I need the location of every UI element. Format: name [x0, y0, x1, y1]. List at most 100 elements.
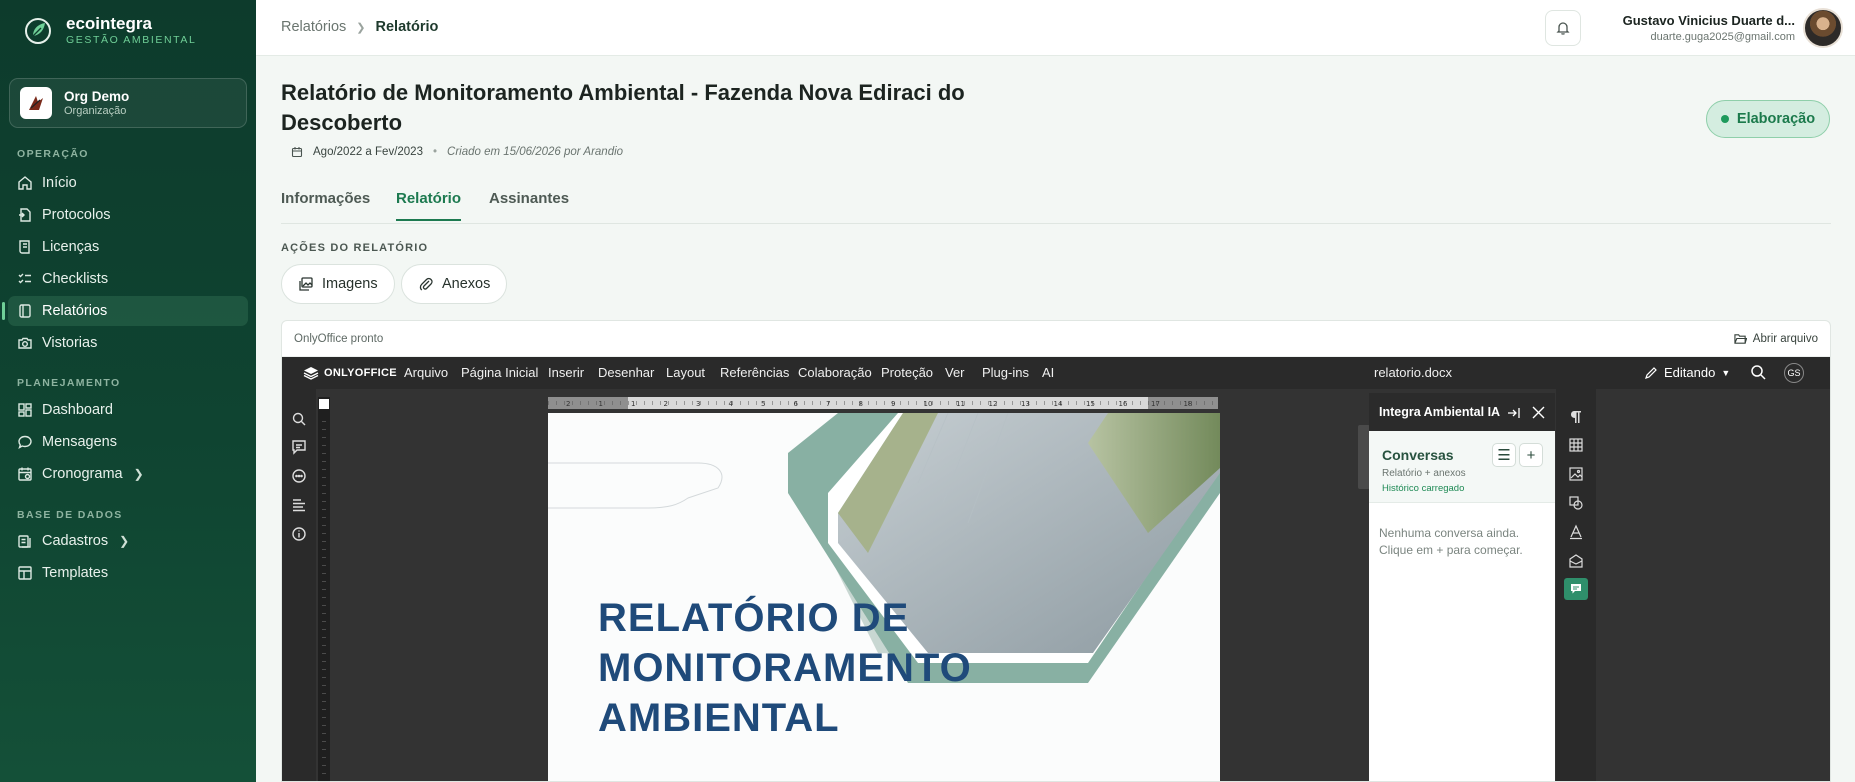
- sidebar-item-label: Vistorias: [42, 335, 98, 351]
- chat-icon[interactable]: [291, 468, 307, 484]
- menu-ai[interactable]: AI: [1042, 365, 1054, 380]
- chevron-down-icon: ▼: [1721, 367, 1731, 378]
- paragraph-icon[interactable]: [1568, 409, 1584, 425]
- menu-desenhar[interactable]: Desenhar: [598, 365, 654, 380]
- breadcrumb-current: Relatório: [375, 19, 439, 35]
- sidebar-item-cadastros[interactable]: Cadastros ❯: [8, 526, 248, 556]
- navigation-icon[interactable]: [291, 497, 307, 513]
- image-icon[interactable]: [1568, 466, 1584, 482]
- text-art-icon[interactable]: [1568, 524, 1584, 540]
- sidebar-item-dashboard[interactable]: Dashboard: [8, 395, 248, 425]
- sidebar-item-label: Mensagens: [42, 434, 117, 450]
- menu-layout[interactable]: Layout: [666, 365, 705, 380]
- sidebar-item-relatorios[interactable]: Relatórios: [2, 296, 248, 326]
- editor-menubar: ONLYOFFICE Arquivo Página Inicial Inseri…: [282, 357, 1830, 389]
- ai-chat-button[interactable]: [1564, 578, 1588, 600]
- ruler-mark: 11: [956, 400, 965, 408]
- menu-protecao[interactable]: Proteção: [881, 365, 933, 380]
- editing-mode-button[interactable]: Editando ▼: [1644, 365, 1730, 380]
- sidebar-item-protocolos[interactable]: Protocolos: [8, 200, 248, 230]
- cover-title-line: RELATÓRIO DE: [598, 596, 910, 640]
- section-operacao: OPERAÇÃO: [17, 148, 89, 160]
- top-header: Relatórios ❯ Relatório Gustavo Vinicius …: [256, 0, 1855, 56]
- images-icon: [299, 277, 313, 291]
- org-switcher[interactable]: Org Demo Organização: [9, 78, 247, 128]
- sidebar-item-mensagens[interactable]: Mensagens: [8, 427, 248, 457]
- new-conversation-button[interactable]: +: [1519, 443, 1543, 467]
- brand[interactable]: ecointegra GESTÃO AMBIENTAL: [22, 14, 196, 47]
- vertical-ruler[interactable]: [318, 397, 330, 781]
- org-type: Organização: [64, 104, 127, 117]
- breadcrumb: Relatórios ❯ Relatório: [281, 19, 438, 35]
- menu-inserir[interactable]: Inserir: [548, 365, 584, 380]
- shapes-icon[interactable]: [1568, 495, 1584, 511]
- chevron-right-icon: ❯: [119, 534, 130, 548]
- document-page[interactable]: RELATÓRIO DE MONITORAMENTO AMBIENTAL: [548, 413, 1220, 781]
- chat-bubble-icon: [1571, 584, 1581, 594]
- sidebar-item-licencas[interactable]: Licenças: [8, 232, 248, 262]
- ruler-mark: 12: [989, 400, 998, 408]
- mail-merge-icon[interactable]: [1568, 553, 1584, 569]
- notifications-button[interactable]: [1545, 10, 1581, 46]
- sidebar-item-vistorias[interactable]: Vistorias: [8, 328, 248, 358]
- brand-name: ecointegra: [66, 14, 152, 33]
- ruler-mark: 4: [729, 400, 734, 408]
- ai-panel-title: Integra Ambiental IA: [1379, 405, 1501, 419]
- ruler-mark: 9: [891, 400, 895, 408]
- onlyoffice-logo-text: ONLYOFFICE: [324, 367, 397, 379]
- editor-left-toolbar: [282, 389, 316, 781]
- sidebar-item-cronograma[interactable]: Cronograma ❯: [8, 459, 248, 489]
- tab-informacoes[interactable]: Informações: [281, 190, 370, 219]
- search-icon[interactable]: [1750, 364, 1766, 380]
- menu-pagina-inicial[interactable]: Página Inicial: [461, 365, 538, 380]
- open-file-button[interactable]: Abrir arquivo: [1734, 332, 1818, 345]
- menu-colaboracao[interactable]: Colaboração: [798, 365, 872, 380]
- tab-relatorio[interactable]: Relatório: [396, 190, 462, 221]
- sidebar-item-label: Dashboard: [42, 402, 113, 418]
- menu-arquivo[interactable]: Arquivo: [404, 365, 448, 380]
- conversation-list-button[interactable]: ☰: [1492, 443, 1516, 467]
- comment-icon[interactable]: [291, 439, 307, 455]
- status-label: Elaboração: [1736, 111, 1816, 127]
- avatar[interactable]: [1803, 8, 1843, 48]
- sidebar-item-label: Templates: [42, 565, 109, 581]
- horizontal-ruler[interactable]: 2 1 1 2 3 4 5 6 7 8 9 10 11 12 13 14 15 16 17 18: [548, 397, 1218, 409]
- list-icon: ☰: [1497, 447, 1511, 464]
- empty-conversations: Nenhuma conversa ainda. Clique em + para…: [1379, 526, 1523, 557]
- sidebar: ecointegra GESTÃO AMBIENTAL Org Demo Org…: [0, 0, 256, 782]
- dock-icon[interactable]: [1507, 406, 1521, 420]
- database-icon: [18, 535, 31, 548]
- calendar-icon: [291, 147, 303, 158]
- sidebar-item-inicio[interactable]: Início: [8, 168, 248, 198]
- chevron-right-icon: ❯: [133, 467, 144, 481]
- org-logo-icon: [20, 87, 52, 119]
- close-icon[interactable]: [1532, 406, 1545, 419]
- pencil-icon: [1645, 366, 1657, 379]
- info-icon[interactable]: [291, 526, 307, 542]
- ai-panel-header: Integra Ambiental IA: [1369, 393, 1555, 431]
- images-button[interactable]: Imagens: [281, 264, 395, 304]
- calendar-icon: [18, 467, 32, 481]
- conversations-subtitle: Relatório + anexos: [1382, 468, 1466, 479]
- images-label: Imagens: [322, 276, 378, 292]
- user-info[interactable]: Gustavo Vinicius Duarte d... duarte.guga…: [1623, 13, 1795, 43]
- user-initials-avatar[interactable]: GS: [1784, 363, 1804, 383]
- report-meta: Ago/2022 a Fev/2023 • Criado em 15/06/20…: [291, 146, 623, 158]
- table-icon[interactable]: [1568, 437, 1584, 453]
- report-icon: [19, 304, 31, 318]
- folder-open-icon: [1734, 334, 1747, 344]
- sidebar-item-checklists[interactable]: Checklists: [8, 264, 248, 294]
- leaf-logo-icon: [25, 17, 51, 44]
- menu-referencias[interactable]: Referências: [720, 365, 789, 380]
- horizontal-ruler-ticks-icon: 2 1 1 2 3 4 5 6 7 8 9 10 11 12 13 14 15 16 17 18: [548, 397, 1218, 409]
- menu-plugins[interactable]: Plug-ins: [982, 365, 1029, 380]
- history-status: Histórico carregado: [1382, 483, 1465, 494]
- tab-assinantes[interactable]: Assinantes: [489, 190, 569, 219]
- breadcrumb-parent[interactable]: Relatórios: [281, 19, 346, 35]
- ruler-mark: 10: [924, 400, 933, 408]
- search-icon[interactable]: [291, 411, 307, 427]
- menu-ver[interactable]: Ver: [945, 365, 965, 380]
- protocol-icon: [19, 208, 31, 222]
- sidebar-item-templates[interactable]: Templates: [8, 558, 248, 588]
- attachments-button[interactable]: Anexos: [401, 264, 508, 304]
